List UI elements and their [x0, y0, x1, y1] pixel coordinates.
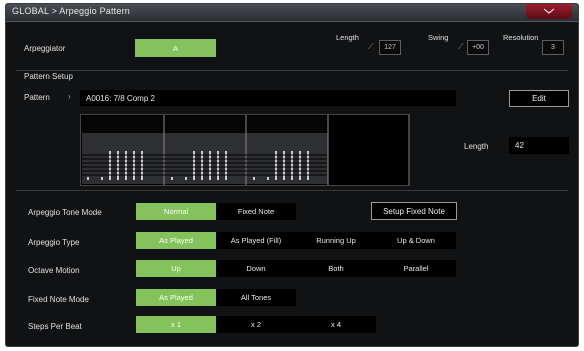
arp-type-selector: As Played As Played (Fill) Running Up Up… [136, 232, 456, 249]
arp-type-up-down-button[interactable]: Up & Down [376, 232, 456, 249]
octave-motion-selector: Up Down Both Parallel [136, 260, 456, 277]
fixed-note-mode-label: Fixed Note Mode [28, 295, 89, 304]
arpeggio-pattern-screen: GLOBAL > Arpeggio Pattern Arpeggiator A … [5, 3, 579, 347]
section-divider [16, 190, 568, 191]
fixed-note-mode-all-tones-button[interactable]: All Tones [216, 289, 296, 306]
page-menu-button[interactable] [526, 4, 572, 19]
knob-icon: ⟋ [458, 42, 464, 51]
tone-mode-fixed-note-button[interactable]: Fixed Note [216, 203, 296, 220]
octave-motion-parallel-button[interactable]: Parallel [376, 260, 456, 277]
chevron-down-icon [543, 8, 555, 14]
title-bar: GLOBAL > Arpeggio Pattern [6, 4, 578, 22]
steps-per-beat-x1-button[interactable]: x 1 [136, 316, 216, 333]
length-label: Length [336, 33, 359, 42]
setup-fixed-note-button[interactable]: Setup Fixed Note [371, 202, 457, 220]
resolution-label: Resolution [503, 33, 539, 42]
octave-motion-down-button[interactable]: Down [216, 260, 296, 277]
knob-icon: ⟋ [368, 42, 374, 51]
section-divider [16, 70, 568, 71]
arp-type-as-played-fill-button[interactable]: As Played (Fill) [216, 232, 296, 249]
arpeggiator-select-button[interactable]: A [135, 39, 216, 57]
chevron-right-icon: › [68, 92, 71, 101]
arp-type-as-played-button[interactable]: As Played [136, 232, 216, 249]
resolution-value-field[interactable]: 3 [542, 40, 564, 55]
tone-mode-normal-button[interactable]: Normal [136, 203, 216, 220]
octave-motion-up-button[interactable]: Up [136, 260, 216, 277]
steps-per-beat-selector: x 1 x 2 x 4 [136, 316, 376, 333]
pattern-select-field[interactable]: A0016: 7/8 Comp 2 [80, 90, 456, 106]
arp-type-label: Arpeggio Type [28, 238, 80, 247]
pattern-setup-heading: Pattern Setup [24, 72, 73, 81]
swing-value-field[interactable]: +00 [467, 40, 489, 55]
steps-per-beat-x4-button[interactable]: x 4 [296, 316, 376, 333]
pattern-step-grid [80, 114, 410, 186]
length-value-field[interactable]: 127 [379, 40, 401, 55]
octave-motion-label: Octave Motion [28, 266, 80, 275]
edit-button[interactable]: Edit [509, 90, 569, 107]
tone-mode-selector: Normal Fixed Note [136, 203, 296, 220]
swing-label: Swing [428, 33, 449, 42]
arpeggiator-label: Arpeggiator [24, 44, 66, 53]
steps-per-beat-x2-button[interactable]: x 2 [216, 316, 296, 333]
pattern-length-label: Length [464, 142, 489, 151]
pattern-length-field[interactable]: 42 [509, 137, 569, 154]
arp-type-running-up-button[interactable]: Running Up [296, 232, 376, 249]
pattern-label: Pattern [24, 93, 50, 102]
octave-motion-both-button[interactable]: Both [296, 260, 376, 277]
fixed-note-mode-selector: As Played All Tones [136, 289, 296, 306]
tone-mode-label: Arpeggio Tone Mode [28, 208, 102, 217]
steps-per-beat-label: Steps Per Beat [28, 322, 82, 331]
window-title: GLOBAL > Arpeggio Pattern [12, 6, 130, 16]
fixed-note-mode-as-played-button[interactable]: As Played [136, 289, 216, 306]
